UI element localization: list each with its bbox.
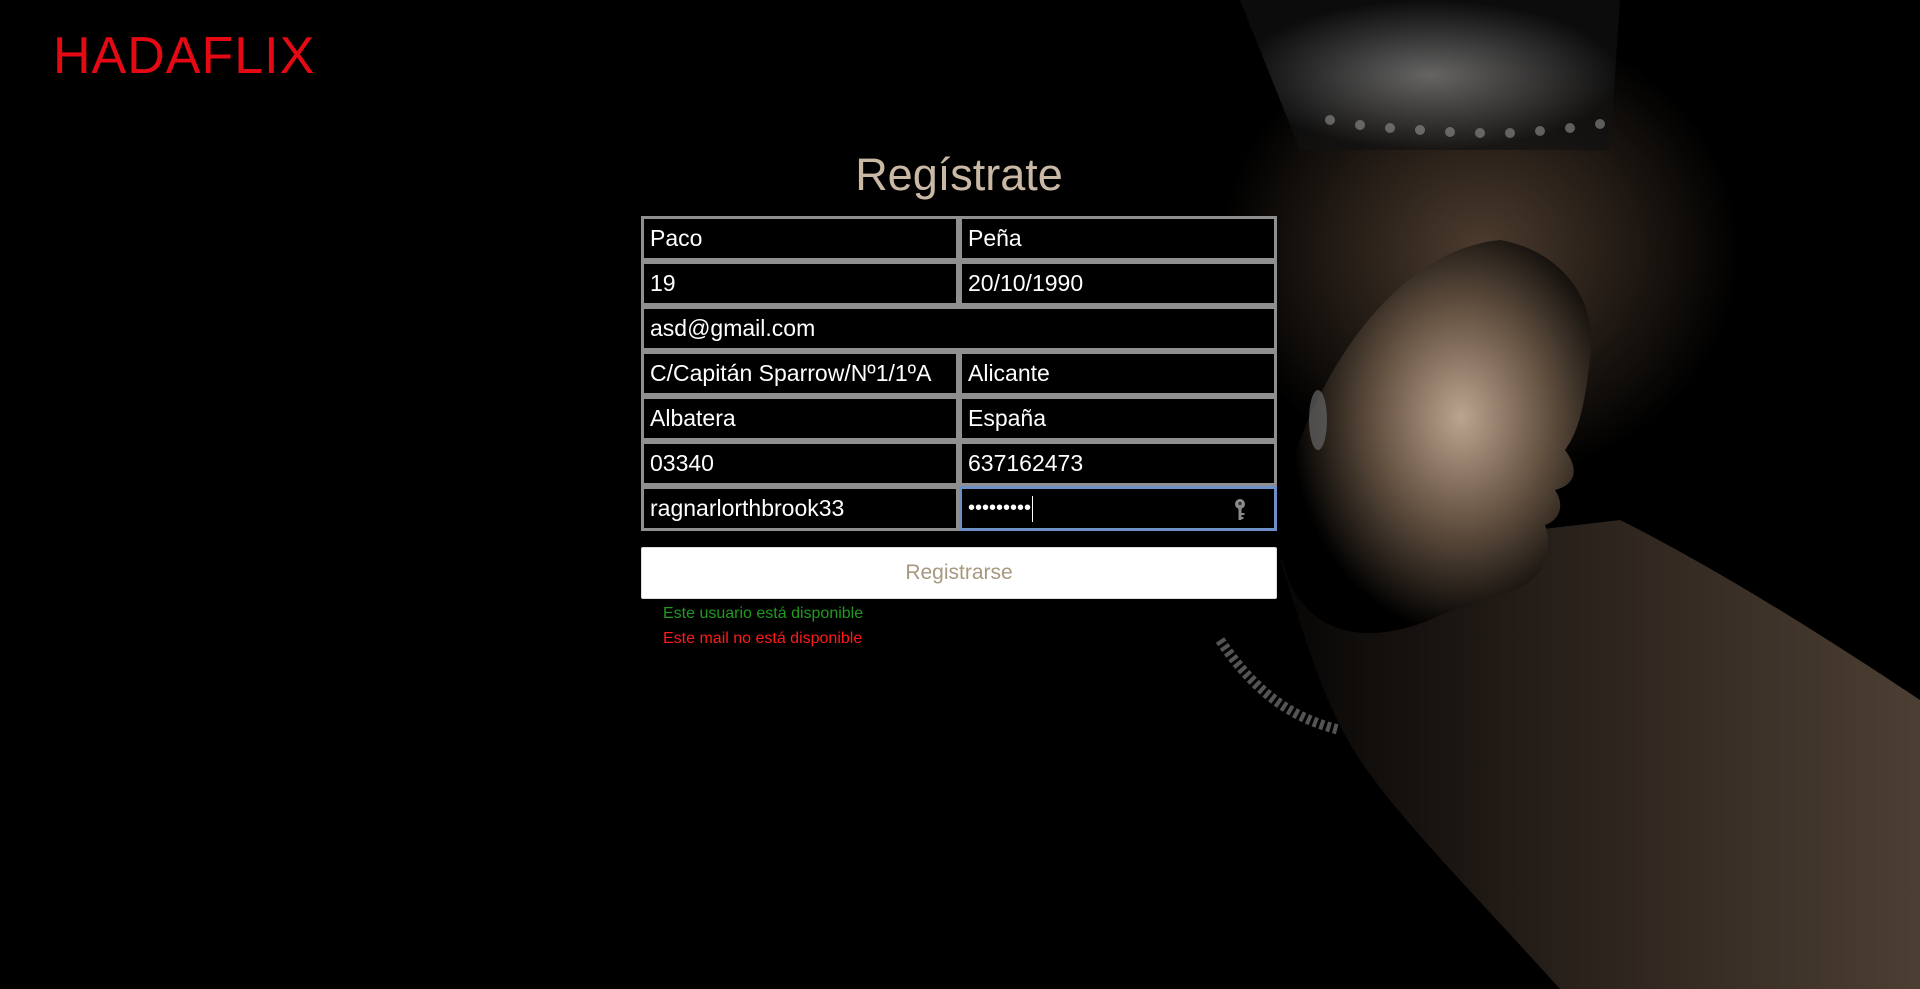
- address-input[interactable]: C/Capitán Sparrow/Nº1/1ºA: [641, 351, 959, 396]
- birth-date-input[interactable]: 20/10/1990: [959, 261, 1277, 306]
- city-input[interactable]: Albatera: [641, 396, 959, 441]
- email-input[interactable]: asd@gmail.com: [641, 306, 1277, 351]
- email-status-message: Este mail no está disponible: [663, 630, 863, 647]
- register-button[interactable]: Registrarse: [641, 547, 1277, 599]
- username-status-message: Este usuario está disponible: [663, 605, 864, 622]
- age-input[interactable]: 19: [641, 261, 959, 306]
- text-caret: [1032, 495, 1034, 522]
- form-title: Regístrate: [855, 149, 1063, 200]
- postal-code-input[interactable]: 03340: [641, 441, 959, 486]
- registration-page: HADAFLIX Regístrate Paco Peña 19 20/10/1…: [0, 0, 1920, 989]
- form-fields: Paco Peña 19 20/10/1990 asd@gmail.com C/…: [641, 216, 1277, 531]
- password-input[interactable]: •••••••••: [959, 486, 1277, 531]
- key-icon[interactable]: [1232, 498, 1248, 522]
- province-input[interactable]: Alicante: [959, 351, 1277, 396]
- password-mask: •••••••••: [968, 497, 1032, 519]
- phone-input[interactable]: 637162473: [959, 441, 1277, 486]
- country-input[interactable]: España: [959, 396, 1277, 441]
- brand-logo[interactable]: HADAFLIX: [53, 26, 315, 86]
- username-input[interactable]: ragnarlorthbrook33: [641, 486, 959, 531]
- registration-form: Regístrate Paco Peña 19 20/10/1990 asd@g…: [641, 148, 1277, 651]
- last-name-input[interactable]: Peña: [959, 216, 1277, 261]
- first-name-input[interactable]: Paco: [641, 216, 959, 261]
